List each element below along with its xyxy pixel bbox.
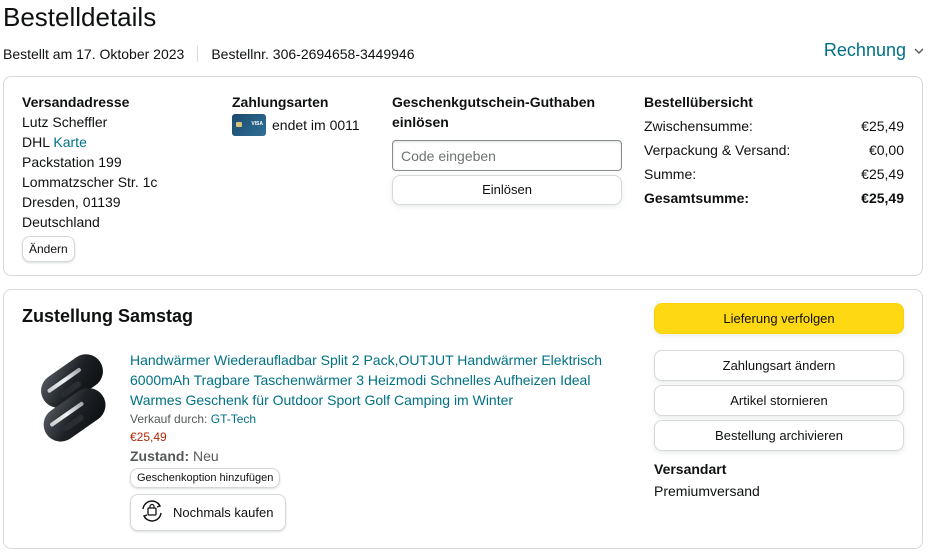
gift-card-title: Geschenkgutschein-Guthaben einlösen: [392, 94, 596, 130]
shipping-type-value: Premiumversand: [654, 483, 760, 499]
summary-label: Verpackung & Versand:: [644, 142, 791, 158]
delivery-card: Zustellung Samstag Handwärmer Wiederaufl…: [3, 289, 923, 549]
summary-label: Gesamtsumme:: [644, 190, 750, 206]
summary-row-sum: Summe: €25,49: [644, 164, 904, 184]
shipping-address-section: Versandadresse Lutz Scheffler DHL Karte …: [22, 92, 212, 262]
order-date: Bestellt am 17. Oktober 2023: [3, 46, 185, 62]
cancel-items-button[interactable]: Artikel stornieren: [654, 385, 904, 416]
redeem-button[interactable]: Einlösen: [392, 175, 622, 205]
address-line-3: Dresden, 01139: [22, 194, 121, 210]
summary-value: €25,49: [861, 166, 904, 182]
invoice-label: Rechnung: [823, 40, 906, 60]
summary-title: Bestellübersicht: [644, 94, 753, 110]
product-price: €25,49: [130, 430, 167, 444]
address-line-2: Lommatzscher Str. 1c: [22, 174, 158, 190]
add-gift-option-button[interactable]: Geschenkoption hinzufügen: [130, 468, 281, 488]
archive-order-button[interactable]: Bestellung archivieren: [654, 420, 904, 451]
summary-value: €25,49: [861, 118, 904, 134]
chevron-down-icon: [914, 43, 924, 58]
summary-value: €0,00: [868, 142, 904, 158]
delivery-title: Zustellung Samstag: [22, 306, 194, 326]
invoice-dropdown[interactable]: Rechnung: [824, 40, 924, 61]
payment-title: Zahlungsarten: [232, 94, 329, 110]
change-address-button[interactable]: Ändern: [22, 236, 75, 262]
order-info-card: Versandadresse Lutz Scheffler DHL Karte …: [3, 76, 923, 276]
summary-row-subtotal: Zwischensumme: €25,49: [644, 116, 904, 136]
page-title: Bestelldetails: [3, 2, 157, 32]
shipping-type-label: Versandart: [654, 461, 727, 477]
recipient-name: Lutz Scheffler: [22, 114, 108, 130]
seller-link[interactable]: GT-Tech: [211, 412, 256, 426]
gift-code-input[interactable]: [392, 140, 622, 171]
order-summary-section: Bestellübersicht Zwischensumme: €25,49 V…: [644, 92, 904, 208]
condition-label: Zustand:: [130, 448, 190, 464]
hand-warmer-product-image[interactable]: [24, 346, 120, 444]
payment-section: Zahlungsarten VISA endet im 0011: [232, 92, 382, 136]
condition-value: Neu: [193, 448, 219, 464]
order-number: Bestellnr. 306-2694658-3449946: [211, 46, 415, 62]
track-package-button[interactable]: Lieferung verfolgen: [654, 303, 904, 334]
shipping-address-title: Versandadresse: [22, 94, 130, 110]
carrier-name: DHL: [22, 134, 50, 150]
credit-card-icon: VISA: [232, 114, 266, 136]
meta-divider: [197, 46, 199, 62]
summary-label: Summe:: [644, 166, 697, 182]
gift-card-section: Geschenkgutschein-Guthaben einlösen Einl…: [392, 92, 624, 205]
card-ending: endet im 0011: [272, 117, 360, 133]
summary-row-shipping: Verpackung & Versand: €0,00: [644, 140, 904, 160]
summary-value: €25,49: [861, 190, 904, 206]
summary-row-total: Gesamtsumme: €25,49: [644, 188, 904, 208]
product-title-link[interactable]: Handwärmer Wiederaufladbar Split 2 Pack,…: [130, 350, 620, 410]
delivery-actions: Lieferung verfolgen Zahlungsart ändern A…: [654, 303, 904, 499]
condition-line: Zustand: Neu: [130, 448, 620, 464]
address-line-1: Packstation 199: [22, 154, 122, 170]
carrier-line: DHL Karte: [22, 132, 212, 152]
payment-card-row: VISA endet im 0011: [232, 114, 382, 136]
seller-line: Verkauf durch: GT-Tech: [130, 412, 620, 426]
seller-label: Verkauf durch:: [130, 412, 208, 426]
rebuy-icon: [139, 500, 165, 525]
address-country: Deutschland: [22, 214, 100, 230]
change-payment-button[interactable]: Zahlungsart ändern: [654, 350, 904, 381]
buy-again-label: Nochmals kaufen: [173, 505, 274, 520]
order-meta: Bestellt am 17. Oktober 2023 Bestellnr. …: [3, 46, 415, 62]
summary-label: Zwischensumme:: [644, 118, 753, 134]
product-info: Handwärmer Wiederaufladbar Split 2 Pack,…: [130, 350, 620, 531]
map-link[interactable]: Karte: [53, 134, 86, 150]
buy-again-button[interactable]: Nochmals kaufen: [130, 494, 287, 531]
